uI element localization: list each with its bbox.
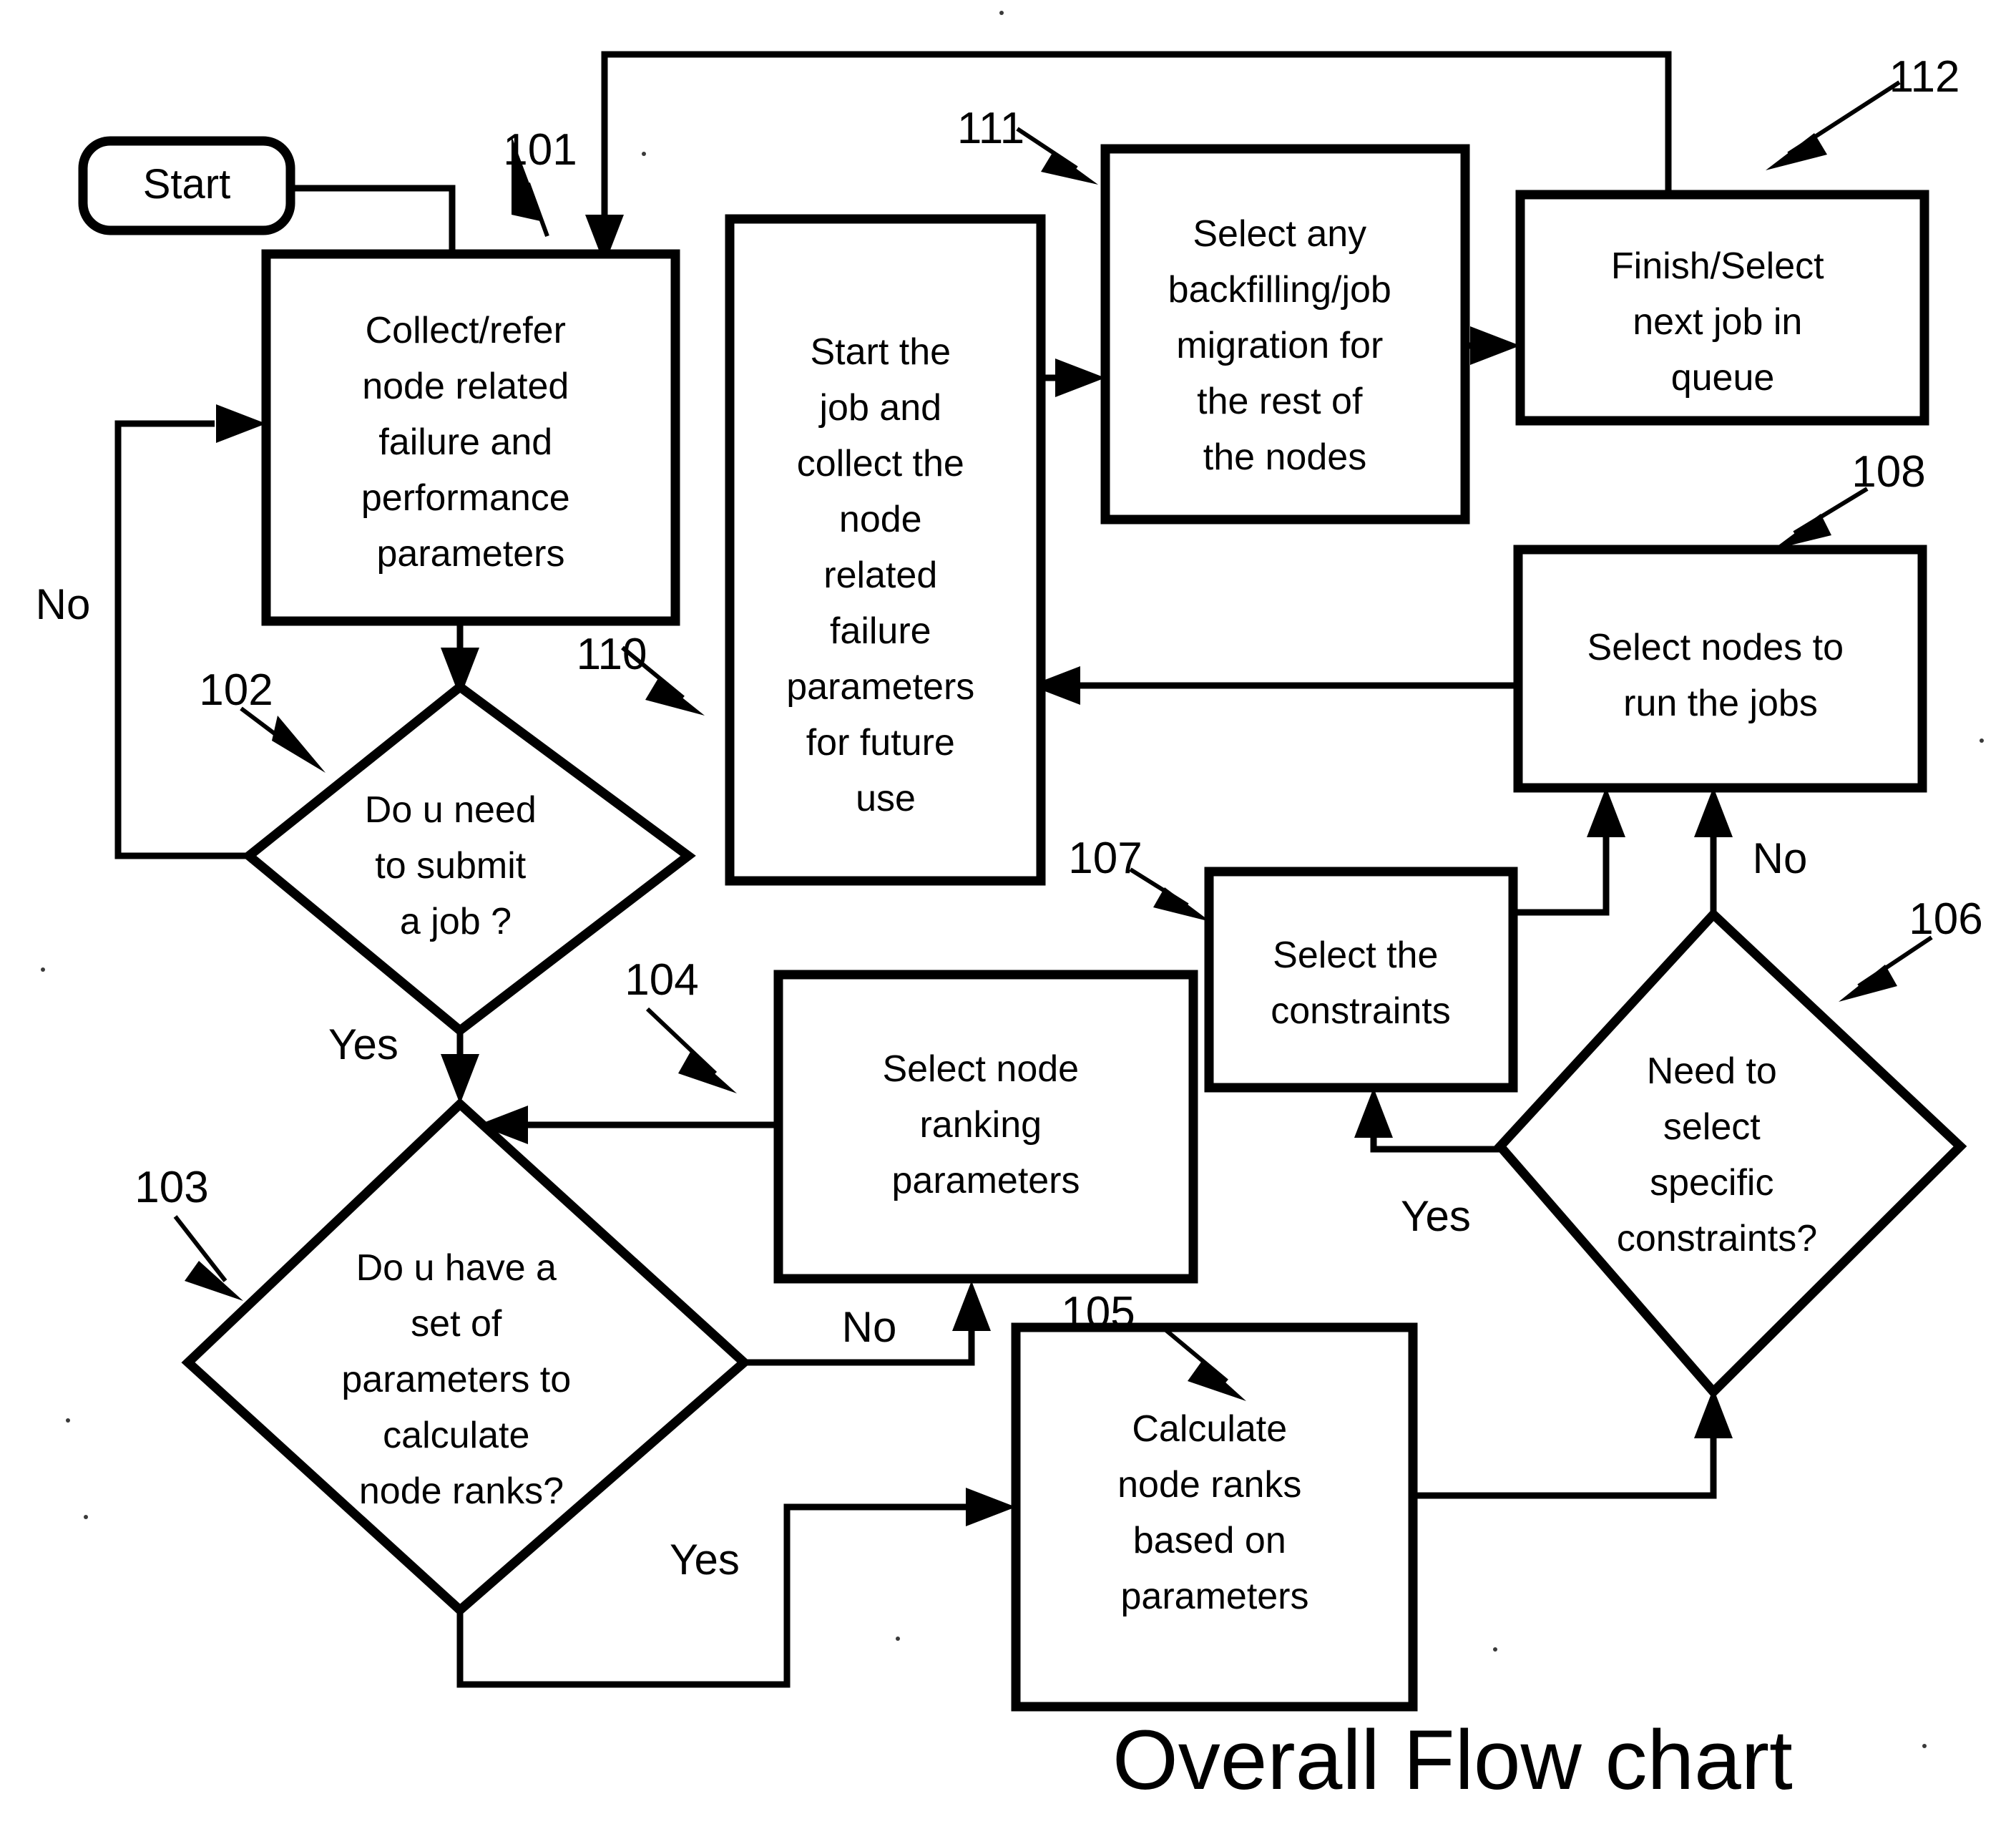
leader-104 xyxy=(645,1007,718,1076)
leader-arrow-102 xyxy=(272,716,326,773)
ref-number-101: 101 xyxy=(503,125,577,175)
arrowhead-collect-left xyxy=(216,404,266,443)
edge-select-constraints-to-select-nodes xyxy=(1513,805,1610,916)
scan-speck xyxy=(84,1515,88,1519)
scan-speck xyxy=(642,152,646,156)
arrowhead-ranking-bottom xyxy=(952,1281,991,1331)
branch-label-params-yes: Yes xyxy=(670,1536,740,1584)
arrowhead-backfilling-left xyxy=(1055,359,1105,397)
ref-number-104: 104 xyxy=(625,955,698,1005)
arrowhead-select-nodes-bottom-right xyxy=(1694,787,1733,837)
scan-speck xyxy=(1922,1744,1927,1748)
scan-speck xyxy=(999,11,1004,15)
arrowhead-select-constraints-bottom xyxy=(1354,1088,1393,1138)
scan-speck xyxy=(66,1418,70,1423)
ref-number-105: 105 xyxy=(1061,1288,1135,1337)
edge-calculate-to-constraints-decision xyxy=(1413,1404,1717,1499)
leader-arrow-106 xyxy=(1839,965,1897,1002)
arrowhead-select-nodes-bottom-left xyxy=(1587,787,1625,837)
node-start-label: Start xyxy=(143,161,231,208)
node-params-decision[interactable] xyxy=(181,1098,751,1616)
leader-arrow-112 xyxy=(1766,133,1827,170)
flowchart-canvas: Start Collect/refer node related failure… xyxy=(36,11,1984,1808)
ref-number-102: 102 xyxy=(199,665,273,715)
scan-speck xyxy=(41,967,45,972)
node-select-constraints[interactable] xyxy=(1204,867,1518,1093)
branch-label-constraints-no: No xyxy=(1753,834,1808,882)
leader-arrow-110 xyxy=(645,678,705,716)
node-params-decision-label: Do u have a set of parameters to calcula… xyxy=(341,1247,581,1512)
ref-number-111: 111 xyxy=(957,104,1024,153)
diagram-title: Overall Flow chart xyxy=(1112,1713,1793,1808)
arrowhead-finish-left xyxy=(1470,326,1520,365)
ref-number-106: 106 xyxy=(1909,894,1982,944)
leader-arrow-104 xyxy=(678,1052,737,1093)
scan-speck xyxy=(896,1637,900,1641)
ref-number-103: 103 xyxy=(134,1163,208,1212)
arrowhead-calculate-left xyxy=(966,1488,1016,1526)
edge-submit-no-loop xyxy=(114,420,249,859)
branch-label-submit-no: No xyxy=(36,580,91,628)
leader-arrow-111 xyxy=(1041,152,1098,185)
branch-label-submit-yes: Yes xyxy=(328,1020,398,1068)
leader-arrow-108 xyxy=(1773,514,1831,550)
scan-speck xyxy=(1980,738,1984,743)
node-select-nodes[interactable] xyxy=(1513,545,1927,793)
node-collect-label: Collect/refer node related failure and p… xyxy=(361,310,580,575)
arrowhead-params-decision-top xyxy=(441,1054,479,1104)
flowchart-page: Start Collect/refer node related failure… xyxy=(0,0,2016,1824)
edge-constraints-yes-to-select-constraints xyxy=(1370,1106,1500,1153)
edge-start-to-collect xyxy=(290,185,456,252)
ref-number-107: 107 xyxy=(1068,834,1142,883)
scan-speck xyxy=(1493,1647,1497,1652)
leader-arrow-107 xyxy=(1153,887,1210,922)
ref-number-112: 112 xyxy=(1889,52,1960,102)
branch-label-constraints-yes: Yes xyxy=(1401,1192,1471,1240)
ref-number-108: 108 xyxy=(1851,447,1925,497)
branch-label-params-no: No xyxy=(842,1303,897,1351)
ref-number-110: 110 xyxy=(577,630,647,679)
